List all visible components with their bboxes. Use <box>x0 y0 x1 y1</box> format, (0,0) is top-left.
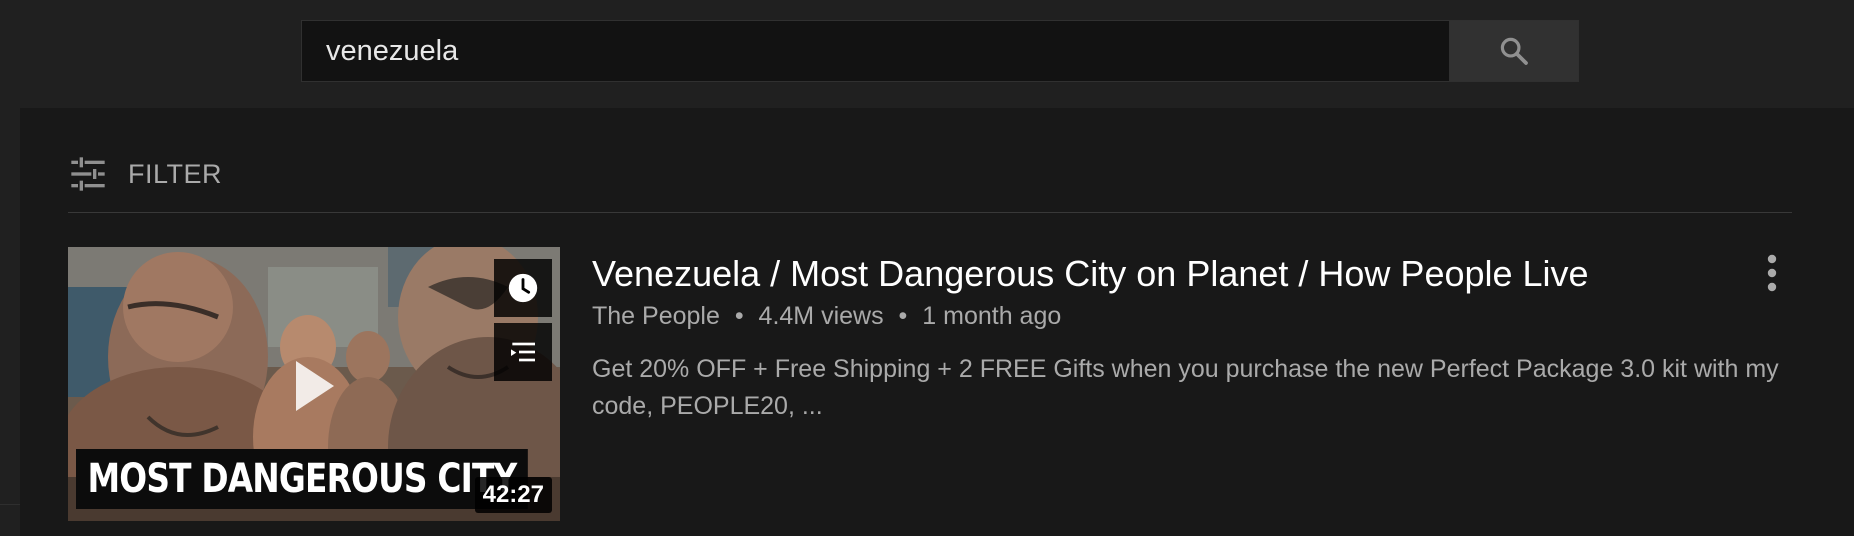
thumbnail-caption: MOST DANGEROUS CITY <box>76 449 528 509</box>
duration-badge: 42:27 <box>474 477 552 513</box>
video-metadata: The People • 4.4M views • 1 month ago <box>592 299 1812 333</box>
search-input[interactable] <box>302 21 1449 81</box>
meta-separator: • <box>734 302 744 330</box>
filter-button[interactable]: FILTER <box>68 152 222 196</box>
search-results-panel: FILTER MOST DANGEROUS CITY 42:27 Venezue… <box>20 108 1854 536</box>
filter-divider <box>68 212 1792 213</box>
video-title-link[interactable]: Venezuela / Most Dangerous City on Plane… <box>592 251 1812 297</box>
view-count: 4.4M views <box>758 302 884 330</box>
search-icon <box>1500 37 1528 65</box>
filter-label: FILTER <box>128 158 223 189</box>
channel-name-link[interactable]: The People <box>592 302 720 330</box>
search-box[interactable] <box>301 20 1449 82</box>
meta-separator: • <box>898 302 908 330</box>
more-vert-icon <box>1767 254 1777 292</box>
watch-later-button[interactable] <box>494 259 552 317</box>
video-thumbnail[interactable]: MOST DANGEROUS CITY 42:27 <box>68 247 560 521</box>
search-button[interactable] <box>1449 20 1579 82</box>
upload-age: 1 month ago <box>922 302 1062 330</box>
left-strip-divider <box>0 504 20 505</box>
queue-icon <box>511 342 535 362</box>
left-guide-strip <box>0 108 20 536</box>
play-icon[interactable] <box>292 357 338 415</box>
clock-icon <box>508 273 538 303</box>
tune-sliders-icon <box>71 157 105 191</box>
video-menu-button[interactable] <box>1750 246 1794 300</box>
video-description: Get 20% OFF + Free Shipping + 2 FREE Gif… <box>592 355 1779 420</box>
add-to-queue-button[interactable] <box>494 323 552 381</box>
video-info: Venezuela / Most Dangerous City on Plane… <box>592 247 1812 425</box>
masthead <box>0 0 1854 108</box>
